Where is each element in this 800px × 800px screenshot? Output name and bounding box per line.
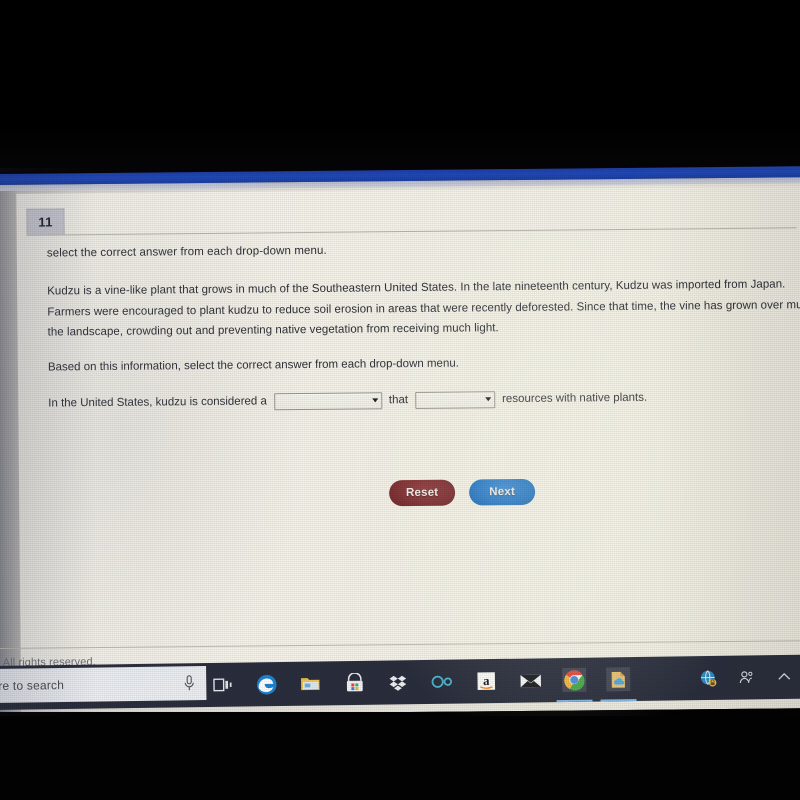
laptop-screen-photo: 11 select the correct answer from each d…	[0, 0, 800, 800]
answer-sentence-lead: In the United States, kudzu is considere…	[48, 395, 267, 410]
answer-sentence: In the United States, kudzu is considere…	[48, 388, 800, 412]
show-hidden-icons-chevron-icon[interactable]	[774, 667, 794, 687]
chevron-down-icon	[485, 397, 492, 402]
system-tray	[698, 655, 800, 700]
task-view-icon[interactable]	[210, 673, 234, 697]
infinity-link-icon[interactable]	[430, 670, 454, 694]
reset-button[interactable]: Reset	[389, 479, 456, 507]
search-input-text[interactable]: re to search	[0, 678, 64, 693]
onedrive-doc-icon[interactable]	[606, 667, 631, 692]
microphone-icon[interactable]	[182, 674, 196, 692]
action-buttons: Reset Next	[389, 478, 536, 507]
mail-icon[interactable]	[518, 668, 542, 692]
taskbar-icon-row: a	[210, 657, 631, 707]
next-button[interactable]: Next	[469, 478, 536, 506]
question-instruction: select the correct answer from each drop…	[46, 244, 327, 260]
chevron-down-icon	[371, 398, 378, 403]
file-explorer-icon[interactable]	[298, 671, 322, 695]
question-content: select the correct answer from each drop…	[46, 240, 800, 507]
edge-browser-icon[interactable]	[254, 672, 278, 696]
answer-sentence-tail: resources with native plants.	[502, 391, 648, 406]
question-prompt: Based on this information, select the co…	[47, 357, 459, 373]
network-globe-icon[interactable]	[698, 668, 718, 688]
photo-letterbox-top	[0, 0, 800, 172]
dropbox-icon[interactable]	[386, 670, 410, 694]
people-icon[interactable]	[736, 667, 756, 687]
amazon-icon[interactable]: a	[474, 669, 498, 693]
svg-text:a: a	[483, 674, 490, 688]
microsoft-store-icon[interactable]	[342, 671, 366, 695]
question-tab-divider	[26, 227, 797, 236]
passage: Kudzu is a vine-like plant that grows in…	[47, 274, 800, 343]
laptop-screen: 11 select the correct answer from each d…	[0, 160, 800, 716]
taskbar-search-box[interactable]: re to search	[0, 666, 207, 704]
chrome-icon[interactable]	[562, 667, 587, 693]
question-card: 11 select the correct answer from each d…	[16, 186, 800, 691]
dropdown-1[interactable]	[273, 391, 382, 410]
photo-letterbox-bottom	[0, 712, 800, 800]
answer-sentence-middle: that	[388, 394, 409, 407]
question-number-tab[interactable]: 11	[26, 208, 65, 235]
dropdown-2[interactable]	[414, 390, 496, 409]
question-number-label: 11	[38, 214, 53, 230]
